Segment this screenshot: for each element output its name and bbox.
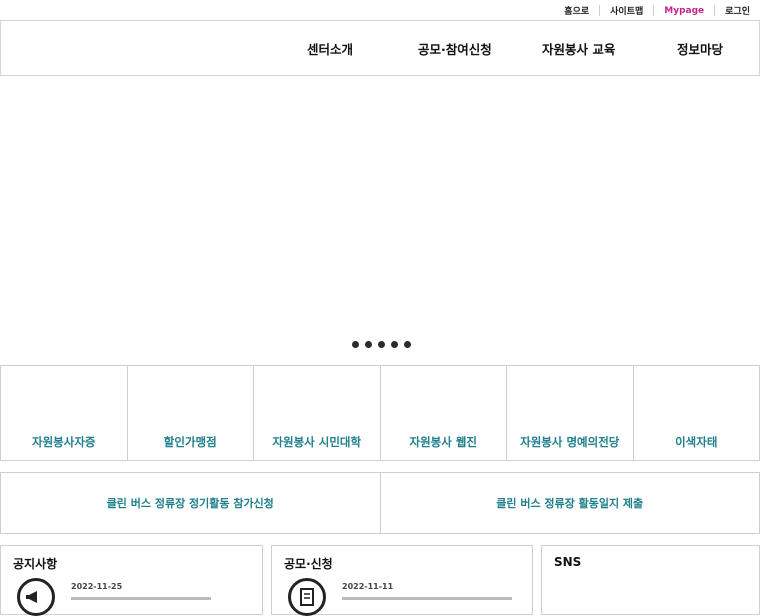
megaphone-icon — [17, 578, 55, 616]
notice-board: 공지사항 2022-11-25 — [0, 545, 263, 615]
divider — [599, 5, 600, 16]
clean-bus-banners: 클린 버스 정류장 정기활동 참가신청 클린 버스 정류장 활동일지 제출 — [0, 472, 760, 534]
clean-bus-apply-banner[interactable]: 클린 버스 정류장 정기활동 참가신청 — [0, 472, 381, 534]
quick-citizen-university[interactable]: 자원봉사 시민대학 — [253, 365, 381, 461]
slider-dot[interactable] — [378, 341, 385, 348]
banner-label: 클린 버스 정류장 정기활동 참가신청 — [107, 495, 274, 511]
gnb-center-intro[interactable]: 센터소개 — [307, 39, 353, 58]
quick-volunteer-card[interactable]: 자원봉사자증 — [0, 365, 128, 461]
quick-label: 자원봉사자증 — [1, 434, 127, 450]
gnb-info-plaza[interactable]: 정보마당 — [677, 39, 723, 58]
utility-links: 홈으로 사이트맵 Mypage 로그인 — [564, 4, 750, 17]
post-date: 2022-11-25 — [71, 582, 122, 591]
quick-label: 이색자태 — [634, 434, 760, 450]
board-title[interactable]: 공지사항 — [13, 555, 57, 572]
quick-menu: 자원봉사자증 할인가맹점 자원봉사 시민대학 자원봉사 웹진 자원봉사 명예의전… — [0, 365, 760, 461]
main-header: 센터소개 공모·참여신청 자원봉사 교육 정보마당 — [0, 20, 760, 76]
home-link[interactable]: 홈으로 — [564, 4, 589, 17]
clean-bus-report-banner[interactable]: 클린 버스 정류장 활동일지 제출 — [380, 472, 760, 534]
slider-dot[interactable] — [352, 341, 359, 348]
quick-label: 자원봉사 시민대학 — [254, 434, 380, 450]
login-link[interactable]: 로그인 — [725, 4, 750, 17]
quick-label: 할인가맹점 — [128, 434, 254, 450]
quick-webzine[interactable]: 자원봉사 웹진 — [380, 365, 508, 461]
slider-dot[interactable] — [391, 341, 398, 348]
utility-bar: 홈으로 사이트맵 Mypage 로그인 — [0, 0, 760, 20]
slider-dot[interactable] — [404, 341, 411, 348]
divider — [714, 5, 715, 16]
post-date: 2022-11-11 — [342, 582, 393, 591]
slider-dot[interactable] — [365, 341, 372, 348]
quick-discount-stores[interactable]: 할인가맹점 — [127, 365, 255, 461]
quick-special[interactable]: 이색자태 — [633, 365, 760, 461]
quick-hall-of-fame[interactable]: 자원봉사 명예의전당 — [506, 365, 634, 461]
quick-label: 자원봉사 웹진 — [381, 434, 507, 450]
sns-board: SNS — [541, 545, 760, 615]
slider-pagination — [352, 341, 411, 348]
banner-label: 클린 버스 정류장 활동일지 제출 — [496, 495, 643, 511]
divider — [653, 5, 654, 16]
gnb-contest-apply[interactable]: 공모·참여신청 — [418, 39, 492, 58]
contest-board: 공모·신청 2022-11-11 — [271, 545, 533, 615]
gnb-volunteer-education[interactable]: 자원봉사 교육 — [542, 39, 615, 58]
mypage-link[interactable]: Mypage — [664, 6, 704, 16]
main-visual-slider — [0, 76, 760, 364]
document-icon — [288, 578, 326, 616]
quick-label: 자원봉사 명예의전당 — [507, 434, 633, 450]
board-title[interactable]: SNS — [554, 555, 581, 569]
sitemap-link[interactable]: 사이트맵 — [610, 4, 643, 17]
board-title[interactable]: 공모·신청 — [284, 555, 333, 572]
